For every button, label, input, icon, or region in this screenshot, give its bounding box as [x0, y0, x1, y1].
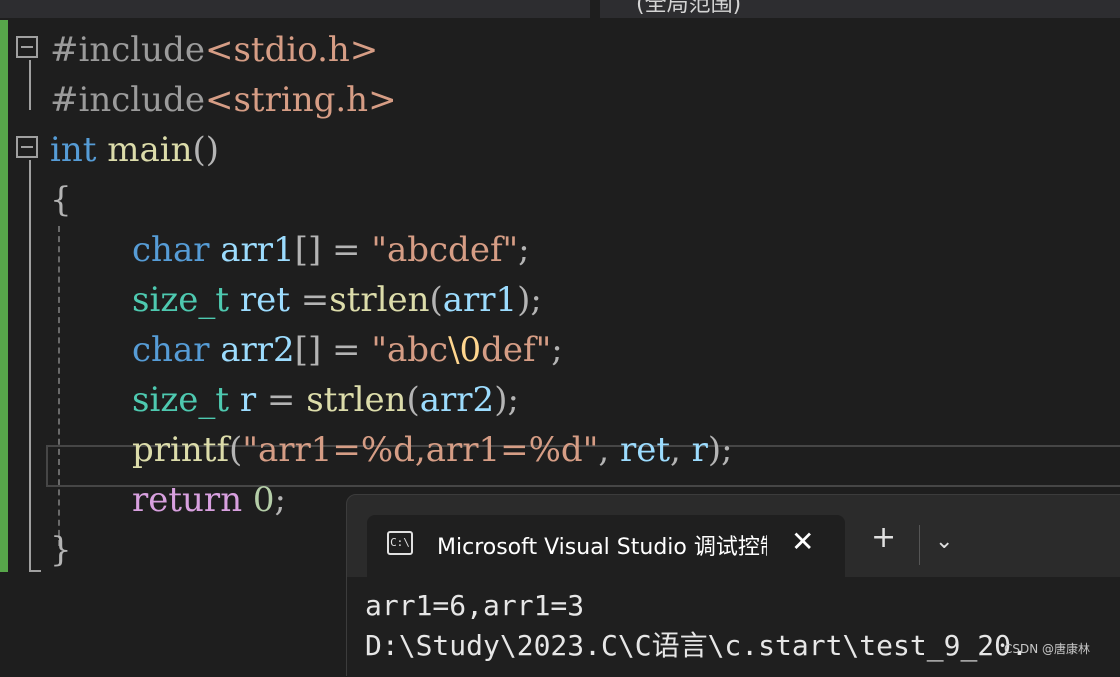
code-line-4: { [50, 175, 72, 225]
keyword: int [50, 130, 97, 170]
number-literal: 0 [252, 480, 275, 520]
scope-dropdown[interactable]: (全局范围) [636, 0, 741, 18]
semicolon: ; [274, 480, 287, 520]
brace-open: { [50, 180, 72, 220]
preprocessor: #include [50, 30, 205, 70]
fold-line [29, 160, 31, 570]
string-literal: "abc [371, 330, 449, 370]
title-bar-separator [590, 0, 600, 18]
code-line-2: #include<string.h> [50, 75, 397, 125]
code-line-9: printf("arr1=%d,arr1=%d", ret, r); [132, 425, 733, 475]
include-file: <string.h> [204, 80, 397, 120]
brace-close: } [50, 530, 72, 570]
string-literal: "abcdef" [371, 230, 519, 270]
chevron-down-icon[interactable]: ⌄ [935, 529, 953, 554]
include-file: <stdio.h> [204, 30, 379, 70]
fold-end [29, 570, 41, 572]
punct: ); [517, 280, 542, 320]
function-name: strlen [329, 280, 430, 320]
code-line-1: #include<stdio.h> [50, 25, 378, 75]
type-name: size_t [132, 280, 230, 320]
operator: = [266, 380, 296, 420]
code-line-7: char arr2[] = "abc\0def"; [132, 325, 563, 375]
variable: arr2 [220, 330, 295, 370]
semicolon: ; [551, 330, 563, 370]
code-line-10: return 0; [132, 475, 286, 525]
escape-sequence: \0 [448, 330, 482, 370]
comma: , [598, 430, 610, 470]
variable: arr1 [220, 230, 295, 270]
code-line-6: size_t ret =strlen(arr1); [132, 275, 542, 325]
close-icon[interactable]: ✕ [791, 525, 814, 558]
operator: [] = [294, 230, 361, 270]
console-output[interactable]: arr1=6,arr1=3 D:\Study\2023.C\C语言\c.star… [347, 577, 1120, 677]
punct: ( [229, 430, 243, 470]
new-tab-button[interactable]: + [871, 523, 896, 553]
watermark: CSDN @唐康林 [1004, 642, 1091, 656]
code-line-5: char arr1[] = "abcdef"; [132, 225, 530, 275]
fold-line [29, 60, 31, 110]
code-line-3: int main() [50, 125, 219, 175]
argument: arr2 [419, 380, 495, 420]
console-icon: C:\ [387, 531, 413, 555]
punct: () [192, 130, 220, 170]
string-literal: def" [481, 330, 552, 370]
indent-guide [58, 226, 60, 546]
code-line-11: } [50, 525, 72, 575]
console-tab[interactable]: C:\ Microsoft Visual Studio 调试控制台 ✕ [367, 515, 845, 577]
code-line-8: size_t r = strlen(arr2); [132, 375, 519, 425]
fold-toggle-icon[interactable] [16, 36, 38, 58]
type-name: size_t [132, 380, 230, 420]
punct: ); [494, 380, 519, 420]
keyword: char [132, 230, 210, 270]
punct: ( [406, 380, 420, 420]
argument: r [691, 430, 708, 470]
operator: = [300, 280, 330, 320]
keyword-return: return [132, 480, 243, 520]
string-literal: "arr1=%d,arr1=%d" [242, 430, 599, 470]
semicolon: ; [518, 230, 530, 270]
function-name: main [107, 130, 193, 170]
preprocessor: #include [50, 80, 205, 120]
comma: , [670, 430, 681, 470]
console-output-line: D:\Study\2023.C\C语言\c.start\test_9_20. [365, 629, 1028, 662]
keyword: char [132, 330, 210, 370]
title-bar: (全局范围) [0, 0, 1120, 18]
console-output-line: arr1=6,arr1=3 [365, 589, 585, 622]
punct: ( [429, 280, 443, 320]
operator: [] = [294, 330, 361, 370]
variable: ret [239, 280, 290, 320]
function-name: printf [132, 430, 230, 470]
tab-separator [919, 525, 920, 565]
argument: arr1 [442, 280, 518, 320]
variable: r [239, 380, 257, 420]
argument: ret [619, 430, 671, 470]
console-tab-title: Microsoft Visual Studio 调试控制台 [437, 535, 767, 560]
fold-toggle-icon[interactable] [16, 136, 38, 158]
function-name: strlen [306, 380, 407, 420]
punct: ); [707, 430, 733, 470]
